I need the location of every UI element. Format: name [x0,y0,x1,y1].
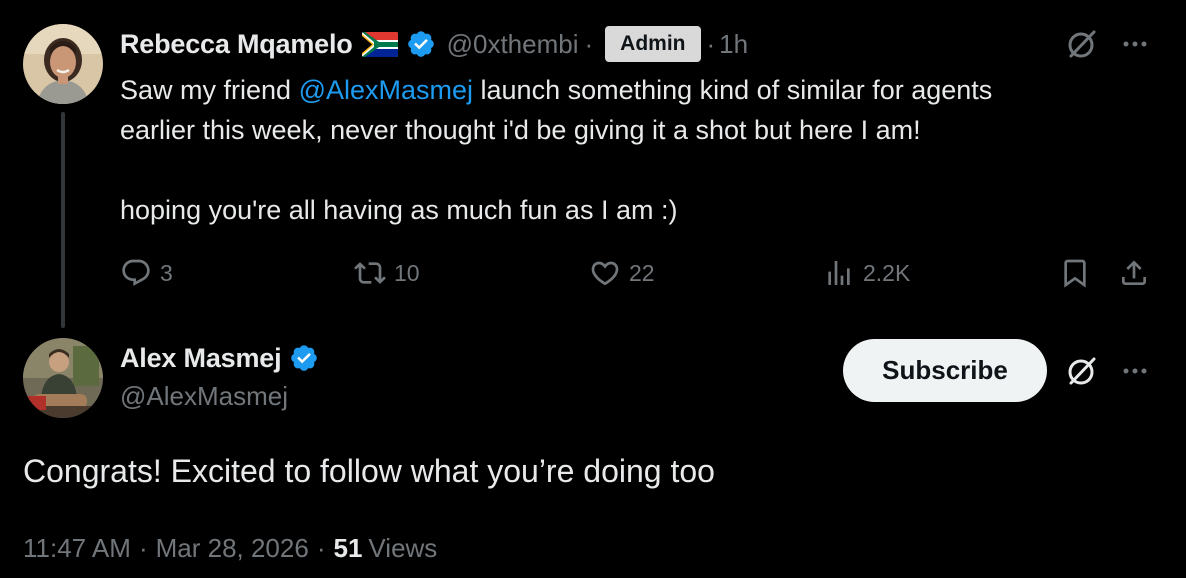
repost-button[interactable]: 10 [354,255,420,291]
reply-count: 3 [160,259,173,286]
more-options-icon[interactable] [1117,353,1153,389]
tweet-time-ago[interactable]: 1h [719,29,748,60]
separator-dot: · [706,28,716,59]
reply-author-row: Alex Masmej [120,338,319,378]
tweet-date[interactable]: Mar 28, 2026 [156,533,309,564]
bookmark-icon [1064,259,1086,288]
tweet-text-line: hoping you're all having as much fun as … [120,195,678,225]
author-handle[interactable]: @0xthembi [447,29,579,60]
tweet-text-line: earlier this week, never thought i'd be … [120,115,921,145]
tweet-time[interactable]: 11:47 AM [23,533,131,564]
avatar-rebecca[interactable] [23,24,103,104]
thread-connector-line [61,112,65,328]
share-button[interactable] [1118,255,1150,291]
views-count: 2.2K [863,259,911,286]
heart-icon [591,261,619,286]
views-count: 51 [333,532,363,563]
reply-button[interactable]: 3 [120,255,173,291]
admin-badge: Admin [605,26,701,62]
separator-dot: · [584,28,594,59]
author-name[interactable]: Alex Masmej [120,343,282,374]
views-button[interactable]: 2.2K [823,255,910,291]
tweet-text: Saw my friend @AlexMasmej launch somethi… [120,70,1150,230]
subscribe-button[interactable]: Subscribe [843,339,1047,402]
separator-dot: · [138,532,148,563]
tweet-meta: 11:47 AM · Mar 28, 2026 · 51 Views [23,528,437,568]
analytics-icon [828,261,850,285]
tweet-thread-view: Rebecca Mqamelo @0xthembi · Admin · 1h S… [0,0,1186,578]
separator-dot: · [316,532,326,563]
like-button[interactable]: 22 [589,255,655,291]
share-icon [1122,260,1146,285]
verified-badge-icon[interactable] [289,343,319,373]
repost-count: 10 [394,259,420,286]
avatar-alex[interactable] [23,338,103,418]
author-handle[interactable]: @AlexMasmej [120,381,288,412]
views-label: Views [368,532,438,563]
like-count: 22 [629,259,655,286]
verified-badge-icon[interactable] [406,29,436,59]
tweet-header: Rebecca Mqamelo @0xthembi · Admin · 1h [120,26,748,62]
mention-link[interactable]: @AlexMasmej [299,75,473,105]
text-segment: Saw my friend [120,75,299,105]
grok-icon[interactable] [1064,26,1100,62]
text-segment: launch something kind of similar for age… [473,75,993,105]
repost-icon [354,262,386,284]
south-africa-flag-icon [361,31,398,57]
reply-icon [122,259,150,286]
reply-text: Congrats! Excited to follow what you’re … [23,453,715,489]
author-name[interactable]: Rebecca Mqamelo [120,29,353,60]
tweet-text-line: Saw my friend @AlexMasmej launch somethi… [120,70,1150,110]
grok-icon[interactable] [1064,353,1100,389]
bookmark-button[interactable] [1059,255,1091,291]
more-options-icon[interactable] [1117,26,1153,62]
